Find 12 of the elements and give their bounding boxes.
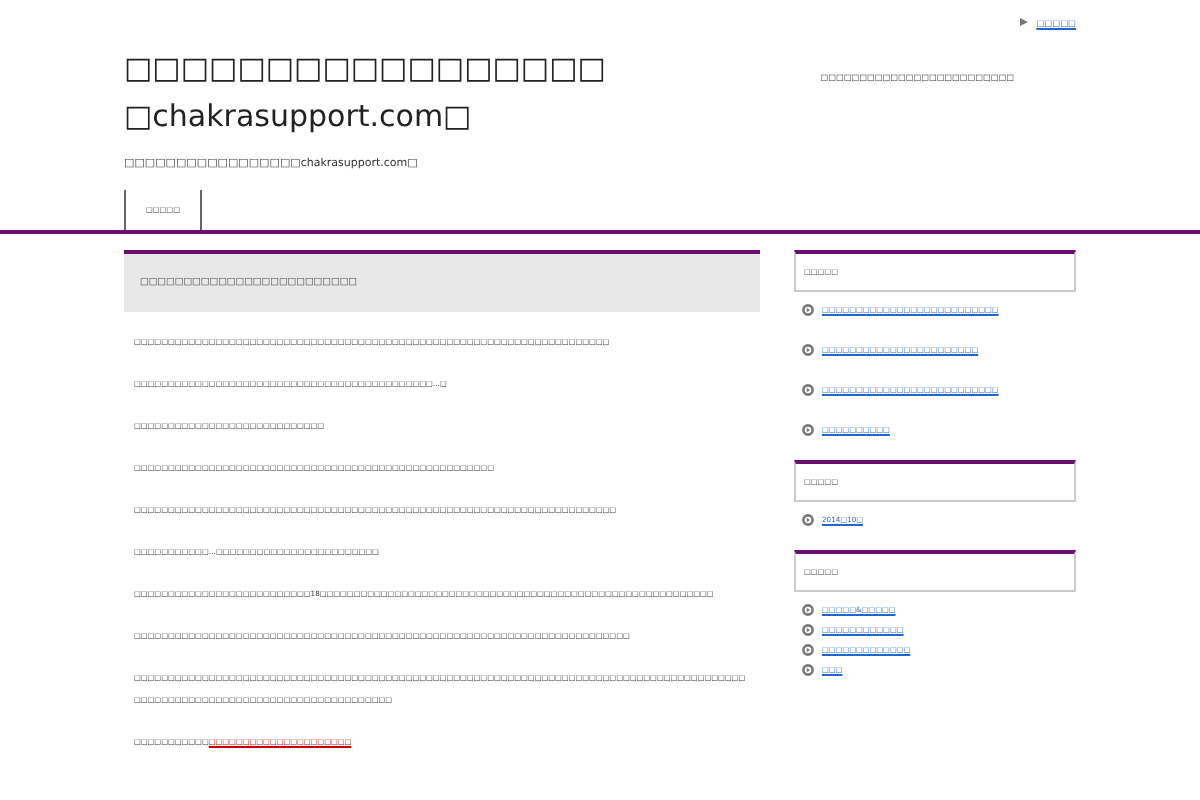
triangle-icon bbox=[1020, 18, 1029, 26]
site-title: □□□□□□□□□□□□□□□□□ bbox=[124, 48, 606, 90]
site-title: □chakrasupport.com□ bbox=[124, 96, 474, 138]
bullet-icon bbox=[802, 664, 814, 676]
bullet-icon bbox=[802, 624, 814, 636]
bullet-icon bbox=[802, 604, 814, 616]
bullet-icon bbox=[802, 344, 814, 356]
bullet-icon bbox=[802, 514, 814, 526]
bullet-icon bbox=[802, 424, 814, 436]
bullet-icon bbox=[802, 384, 814, 396]
bullet-icon bbox=[802, 644, 814, 656]
bullet-icon bbox=[802, 304, 814, 316]
